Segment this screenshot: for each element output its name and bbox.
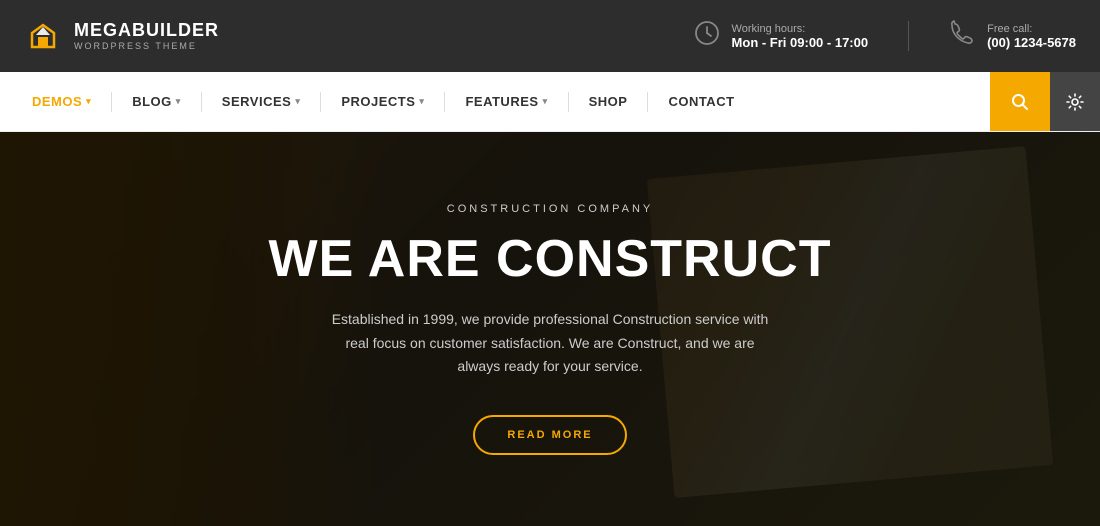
chevron-down-icon: ▾: [176, 96, 181, 107]
logo-subtitle: WORDPRESS THEME: [74, 41, 219, 51]
hero-title: WE ARE CONSTRUCT: [269, 231, 832, 288]
logo-icon: [24, 17, 62, 55]
nav-divider: [320, 92, 321, 112]
working-hours-info: Working hours: Mon - Fri 09:00 - 17:00: [694, 20, 869, 52]
nav-items: DEMOS ▾ BLOG ▾ SERVICES ▾ PROJECTS ▾ FEA…: [0, 72, 990, 131]
nav-item-shop[interactable]: SHOP: [577, 72, 640, 132]
logo-title: MEGABUILDER: [74, 21, 219, 41]
nav-divider: [111, 92, 112, 112]
nav-divider: [201, 92, 202, 112]
clock-icon: [694, 20, 720, 52]
top-divider: [908, 21, 909, 51]
hero-section: CONSTRUCTION COMPANY WE ARE CONSTRUCT Es…: [0, 132, 1100, 526]
top-bar: MEGABUILDER WORDPRESS THEME Working hour…: [0, 0, 1100, 72]
working-hours-value: Mon - Fri 09:00 - 17:00: [732, 35, 869, 50]
phone-icon: [949, 20, 975, 52]
hero-content: CONSTRUCTION COMPANY WE ARE CONSTRUCT Es…: [0, 132, 1100, 526]
phone-text: Free call: (00) 1234-5678: [987, 23, 1076, 50]
nav-right: [990, 72, 1100, 131]
phone-info: Free call: (00) 1234-5678: [949, 20, 1076, 52]
nav-divider: [568, 92, 569, 112]
top-bar-right: Working hours: Mon - Fri 09:00 - 17:00 F…: [694, 20, 1076, 52]
nav-divider: [647, 92, 648, 112]
hero-eyebrow: CONSTRUCTION COMPANY: [447, 203, 653, 215]
nav-item-services[interactable]: SERVICES ▾: [210, 72, 313, 132]
hero-description: Established in 1999, we provide professi…: [330, 308, 770, 379]
working-hours-label: Working hours:: [732, 23, 869, 35]
logo[interactable]: MEGABUILDER WORDPRESS THEME: [24, 17, 219, 55]
nav-bar: DEMOS ▾ BLOG ▾ SERVICES ▾ PROJECTS ▾ FEA…: [0, 72, 1100, 132]
search-button[interactable]: [990, 72, 1050, 131]
nav-item-demos[interactable]: DEMOS ▾: [20, 72, 103, 132]
nav-item-features[interactable]: FEATURES ▾: [453, 72, 559, 132]
chevron-down-icon: ▾: [419, 96, 424, 107]
settings-button[interactable]: [1050, 72, 1100, 131]
nav-item-contact[interactable]: CONTACT: [656, 72, 746, 132]
free-call-value: (00) 1234-5678: [987, 35, 1076, 50]
chevron-down-icon: ▾: [86, 96, 91, 107]
nav-divider: [444, 92, 445, 112]
nav-item-projects[interactable]: PROJECTS ▾: [329, 72, 436, 132]
working-hours-text: Working hours: Mon - Fri 09:00 - 17:00: [732, 23, 869, 50]
logo-text: MEGABUILDER WORDPRESS THEME: [74, 21, 219, 51]
hero-cta-button[interactable]: READ MORE: [473, 415, 626, 455]
free-call-label: Free call:: [987, 23, 1076, 35]
nav-item-blog[interactable]: BLOG ▾: [120, 72, 193, 132]
chevron-down-icon: ▾: [295, 96, 300, 107]
chevron-down-icon: ▾: [543, 96, 548, 107]
